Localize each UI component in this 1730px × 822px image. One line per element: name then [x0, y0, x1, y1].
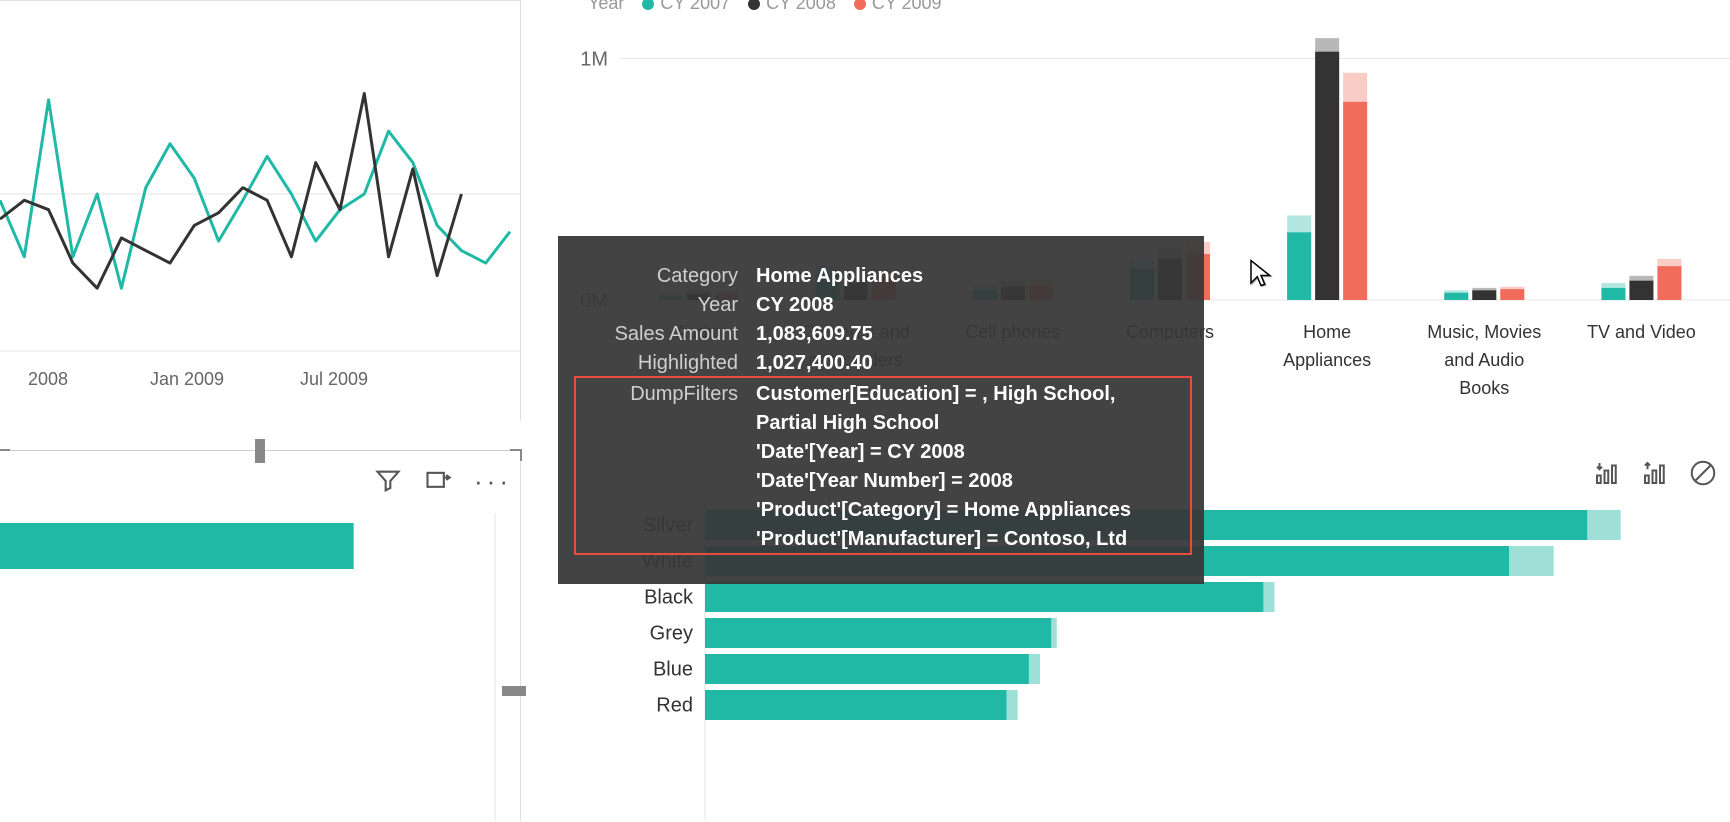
tooltip-value: Home Appliances [756, 262, 1178, 291]
svg-text:TV and Video: TV and Video [1587, 322, 1696, 342]
drill-up-icon[interactable] [1640, 458, 1670, 488]
svg-text:Music, Movies: Music, Movies [1427, 322, 1541, 342]
tooltip-value: 1,027,400.40 [756, 349, 1178, 378]
tooltip-value: 1,083,609.75 [756, 320, 1178, 349]
svg-text:1M: 1M [580, 48, 608, 70]
leftward-bar-visual[interactable]: ··· [0, 450, 521, 821]
drill-down-icon[interactable] [1592, 458, 1622, 488]
visual-toolbar [1592, 458, 1718, 488]
focus-mode-icon[interactable] [424, 467, 452, 495]
tooltip-dumpfilter-line: 'Date'[Year] = CY 2008 [756, 438, 1178, 467]
svg-text:Jan 2009: Jan 2009 [150, 369, 224, 389]
resize-handle-icon[interactable] [502, 686, 526, 696]
svg-text:2008: 2008 [28, 369, 68, 389]
svg-text:Black: Black [644, 587, 694, 609]
svg-text:Red: Red [656, 695, 693, 717]
tooltip: CategoryHome Appliances YearCY 2008 Sale… [558, 236, 1204, 584]
tooltip-dumpfilters: Customer[Education] = , High School, Par… [756, 380, 1178, 554]
tooltip-value: CY 2008 [756, 291, 1178, 320]
tooltip-dumpfilter-line: 'Date'[Year Number] = 2008 [756, 467, 1178, 496]
tooltip-dumpfilter-line: Customer[Education] = , High School, Par… [756, 380, 1178, 438]
tooltip-dumpfilter-line: 'Product'[Category] = Home Appliances [756, 496, 1178, 525]
svg-text:Home: Home [1303, 322, 1351, 342]
line-chart[interactable]: 2008 Jan 2009 Jul 2009 [0, 0, 521, 421]
tooltip-label: Category [584, 262, 756, 291]
svg-text:Grey: Grey [650, 623, 693, 645]
svg-text:Appliances: Appliances [1283, 350, 1371, 370]
svg-text:Jul 2009: Jul 2009 [300, 369, 368, 389]
resize-handle-icon[interactable] [255, 439, 265, 463]
more-options-icon[interactable]: ··· [474, 470, 512, 492]
tooltip-label: Year [584, 291, 756, 320]
selection-corner-icon[interactable] [510, 449, 522, 461]
svg-text:Blue: Blue [653, 659, 693, 681]
filter-icon[interactable] [374, 467, 402, 495]
visual-toolbar: ··· [374, 467, 512, 495]
selection-corner-icon[interactable] [0, 449, 10, 461]
svg-text:and Audio: and Audio [1444, 350, 1524, 370]
svg-text:Books: Books [1459, 378, 1509, 398]
tooltip-label: Highlighted [584, 349, 756, 378]
tooltip-dumpfilter-line: 'Product'[Manufacturer] = Contoso, Ltd [756, 525, 1178, 554]
disabled-icon[interactable] [1688, 458, 1718, 488]
tooltip-label: Sales Amount [584, 320, 756, 349]
tooltip-label: DumpFilters [584, 380, 756, 554]
